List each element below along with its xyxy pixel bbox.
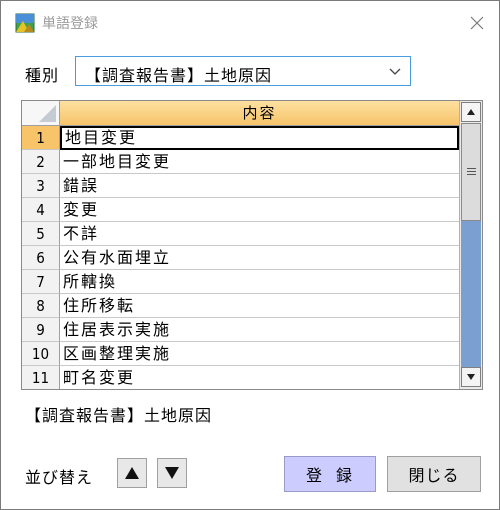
title-bar: 単語登録 — [1, 1, 499, 45]
table-row[interactable]: 3 錯誤 — [22, 174, 459, 198]
scroll-up-button[interactable] — [461, 102, 481, 122]
arrow-down-icon — [165, 467, 179, 479]
row-cell[interactable]: 住居表示実施 — [60, 318, 459, 342]
chevron-down-icon — [389, 68, 401, 75]
vertical-scrollbar[interactable] — [459, 101, 482, 389]
row-cell[interactable]: 住所移転 — [60, 294, 459, 318]
dialog-window: 単語登録 種別 【調査報告書】土地原因 内容 1 地目変更 2 一部地目変更 3… — [0, 0, 500, 510]
row-cell[interactable]: 一部地目変更 — [60, 150, 459, 174]
kind-label: 種別 — [25, 66, 60, 85]
app-icon — [15, 13, 35, 33]
table-row[interactable]: 8 住所移転 — [22, 294, 459, 318]
row-number: 4 — [22, 198, 60, 222]
grid-corner[interactable] — [22, 101, 60, 126]
row-cell[interactable]: 所轄換 — [60, 270, 459, 294]
arrow-up-icon — [125, 467, 139, 479]
move-up-button[interactable] — [117, 458, 147, 488]
kind-select[interactable]: 【調査報告書】土地原因 — [75, 56, 411, 86]
sort-label: 並び替え — [25, 468, 94, 487]
row-cell[interactable]: 錯誤 — [60, 174, 459, 198]
scroll-down-button[interactable] — [461, 367, 481, 387]
row-cell[interactable]: 町名変更 — [60, 366, 459, 389]
window-title: 単語登録 — [42, 16, 98, 32]
column-header-content[interactable]: 内容 — [60, 101, 459, 126]
table-row[interactable]: 9 住居表示実施 — [22, 318, 459, 342]
table-row[interactable]: 11 町名変更 — [22, 366, 459, 389]
table-row[interactable]: 1 地目変更 — [22, 126, 459, 150]
row-cell[interactable]: 地目変更 — [60, 126, 459, 150]
row-number: 8 — [22, 294, 60, 318]
row-number: 10 — [22, 342, 60, 366]
row-number: 3 — [22, 174, 60, 198]
grip-icon — [467, 168, 476, 175]
row-cell[interactable]: 公有水面埋立 — [60, 246, 459, 270]
move-down-button[interactable] — [157, 458, 187, 488]
close-icon[interactable] — [461, 9, 493, 37]
row-number: 9 — [22, 318, 60, 342]
table-row[interactable]: 4 変更 — [22, 198, 459, 222]
row-number: 1 — [22, 126, 60, 150]
scroll-track[interactable] — [461, 221, 481, 367]
row-number: 2 — [22, 150, 60, 174]
close-button[interactable]: 閉じる — [387, 456, 481, 492]
kind-select-value: 【調査報告書】土地原因 — [85, 66, 273, 85]
row-number: 5 — [22, 222, 60, 246]
scroll-thumb[interactable] — [461, 123, 481, 221]
selected-kind-text: 【調査報告書】土地原因 — [25, 406, 213, 425]
table-row[interactable]: 6 公有水面埋立 — [22, 246, 459, 270]
triangle-down-icon — [467, 374, 475, 380]
table-row[interactable]: 2 一部地目変更 — [22, 150, 459, 174]
row-number: 7 — [22, 270, 60, 294]
table-row[interactable]: 7 所轄換 — [22, 270, 459, 294]
row-cell[interactable]: 不詳 — [60, 222, 459, 246]
table-row[interactable]: 5 不詳 — [22, 222, 459, 246]
register-button[interactable]: 登録 — [284, 456, 376, 492]
table-row[interactable]: 10 区画整理実施 — [22, 342, 459, 366]
word-grid[interactable]: 内容 1 地目変更 2 一部地目変更 3 錯誤 4 変更 5 不詳 6 公有水面… — [21, 100, 483, 390]
row-cell[interactable]: 区画整理実施 — [60, 342, 459, 366]
row-number: 6 — [22, 246, 60, 270]
triangle-up-icon — [467, 109, 475, 115]
row-number: 11 — [22, 366, 60, 389]
row-cell[interactable]: 変更 — [60, 198, 459, 222]
